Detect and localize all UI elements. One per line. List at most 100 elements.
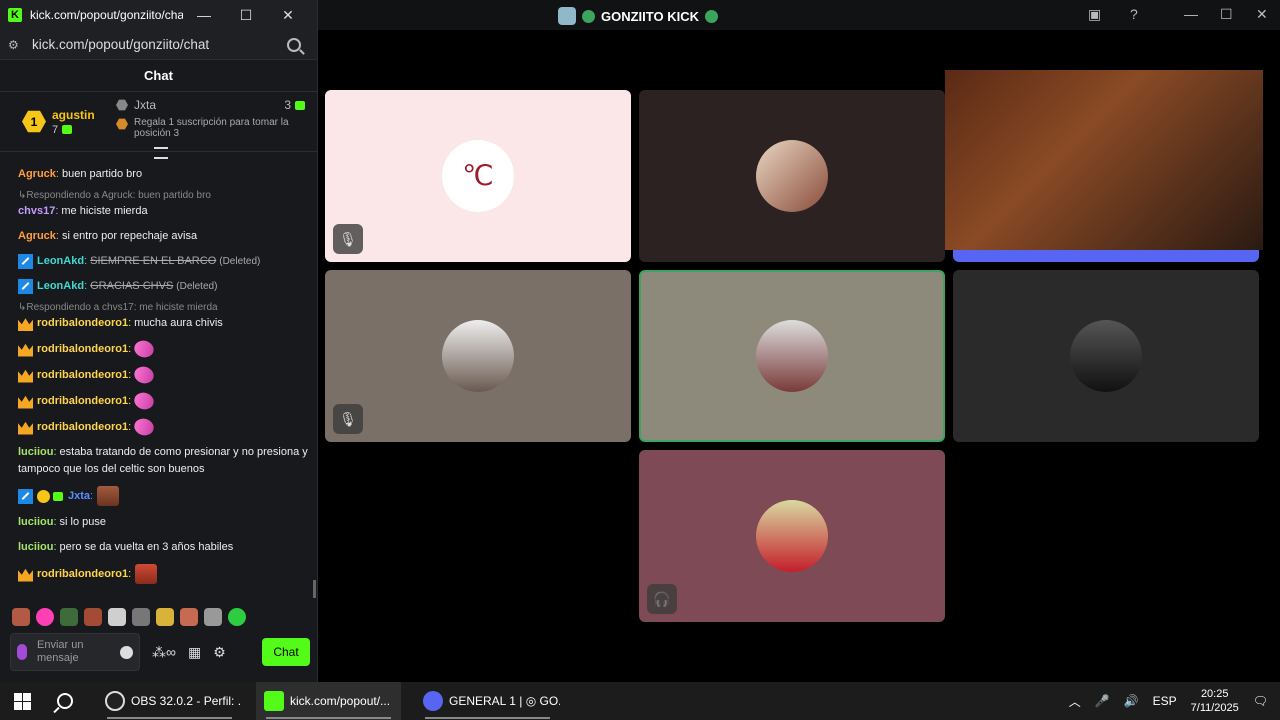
reply-context: ↳ Respondiendo a Agruck: buen partido br… (18, 190, 211, 201)
deafened-icon: 🎧 (647, 584, 677, 614)
chat-message[interactable]: Jxta: (18, 486, 310, 506)
chat-username[interactable]: luciiou (18, 514, 53, 531)
chat-username[interactable]: rodribalondeoro1 (37, 315, 128, 332)
chat-input-placeholder[interactable]: Enviar un mensaje (37, 639, 99, 665)
store-icon[interactable]: ▦ (188, 644, 201, 661)
second-gifter-count: 3 (284, 98, 291, 112)
emote-icon[interactable] (132, 608, 150, 626)
chat-message[interactable]: luciiou: estaba tratando de como presiona… (18, 444, 310, 478)
emote-icon[interactable] (36, 608, 54, 626)
language-indicator[interactable]: ESP (1153, 694, 1177, 708)
emote-icon[interactable] (180, 608, 198, 626)
chat-username[interactable]: rodribalondeoro1 (37, 419, 128, 436)
emote-icon[interactable] (108, 608, 126, 626)
kick-logo-icon: K (8, 8, 22, 22)
chat-username[interactable]: luciiou (18, 446, 53, 458)
chat-message[interactable]: Agruck: si entro por repechaje avisa (18, 228, 310, 245)
chat-send-button[interactable]: Chat (262, 638, 310, 666)
minimize-button[interactable]: — (183, 7, 225, 23)
chat-message[interactable]: rodribalondeoro1: (18, 564, 310, 584)
volume-icon[interactable]: 🔊 (1124, 694, 1139, 708)
top-gifter-name[interactable]: agustin (52, 108, 95, 122)
expand-pinned-icon[interactable] (154, 147, 168, 159)
url-bar[interactable]: ⚙ kick.com/popout/gonziito/chat (0, 30, 317, 60)
chat-username[interactable]: chvs17 (18, 203, 55, 220)
search-icon[interactable] (287, 37, 301, 52)
clock-date: 7/11/2025 (1190, 702, 1239, 714)
chat-message[interactable]: rodribalondeoro1: (18, 388, 310, 414)
live-indicator-icon (582, 9, 595, 23)
taskbar-item-discord[interactable]: GENERAL 1 | ◎ GO... (415, 682, 560, 720)
participant-tile[interactable]: 🎧 (639, 450, 945, 622)
windows-start-icon[interactable] (14, 692, 31, 710)
chat-scrollbar[interactable] (313, 580, 316, 598)
emote-icon (135, 564, 158, 584)
chevron-up-icon[interactable]: ︿ (1069, 693, 1081, 710)
deleted-tag: (Deleted) (219, 256, 261, 267)
maximize-button[interactable]: ☐ (1220, 6, 1233, 23)
emote-icon[interactable] (156, 608, 174, 626)
gift-icon (295, 100, 305, 110)
emote-icon[interactable] (228, 608, 246, 626)
infinity-icon[interactable]: ⁂∞ (152, 644, 176, 661)
emote-icon[interactable] (12, 608, 30, 626)
chat-message[interactable]: rodribalondeoro1: (18, 414, 310, 440)
participant-tile[interactable]: 🎙 (325, 270, 631, 442)
participant-tile[interactable] (953, 270, 1259, 442)
chat-message[interactable]: Agruck: buen partido bro (18, 166, 310, 183)
chat-message[interactable]: rodribalondeoro1: (18, 336, 310, 362)
participant-tile[interactable]: ℃ 🎙 (325, 90, 631, 262)
gift-icon (53, 491, 63, 501)
avatar (756, 140, 828, 212)
chat-username[interactable]: Agruck (18, 166, 56, 183)
reply-text: Respondiendo a Agruck: buen partido bro (26, 190, 211, 201)
chat-message[interactable]: luciiou: pero se da vuelta en 3 años habi… (18, 539, 310, 556)
chat-username[interactable]: rodribalondeoro1 (37, 393, 128, 410)
chat-username[interactable]: luciiou (18, 539, 53, 556)
chat-message[interactable]: luciiou: si lo puse (18, 514, 310, 531)
emoji-icon[interactable] (120, 645, 133, 659)
muted-icon: 🎙 (333, 404, 363, 434)
participant-tile-speaking[interactable] (639, 270, 945, 442)
participant-tile[interactable] (639, 90, 945, 262)
quick-emote-bar (12, 608, 246, 626)
help-icon[interactable]: ? (1130, 6, 1138, 22)
chat-username[interactable]: rodribalondeoro1 (37, 566, 128, 583)
second-gifter-name[interactable]: Jxta (134, 98, 284, 112)
chat-username[interactable]: Agruck (18, 228, 56, 245)
taskbar-item-kick[interactable]: kick.com/popout/... (256, 682, 401, 720)
chat-message[interactable]: LeonAkd: GRACIAS CHVS (Deleted) (18, 278, 310, 295)
chat-username[interactable]: LeonAkd (37, 278, 84, 295)
emote-icon[interactable] (84, 608, 102, 626)
emote-icon[interactable] (204, 608, 222, 626)
maximize-button[interactable]: ☐ (225, 7, 267, 24)
chat-message[interactable]: chvs17: me hiciste mierda (18, 203, 310, 220)
clock[interactable]: 20:25 7/11/2025 (1191, 687, 1239, 715)
chat-username[interactable]: rodribalondeoro1 (37, 367, 128, 384)
chat-username[interactable]: Jxta (68, 488, 90, 505)
stream-video-tile[interactable] (945, 70, 1263, 250)
microphone-icon[interactable] (17, 644, 27, 660)
chat-input[interactable]: Enviar un mensaje (10, 633, 140, 671)
crown-badge-icon (18, 343, 33, 357)
close-button[interactable]: ✕ (1256, 6, 1268, 23)
chat-username[interactable]: rodribalondeoro1 (37, 341, 128, 358)
settings-icon[interactable]: ⚙ (213, 644, 226, 661)
gift-leaderboard[interactable]: 1 agustin 7 Jxta 3 Regala 1 suscripción … (0, 92, 317, 159)
emote-icon[interactable] (60, 608, 78, 626)
site-settings-icon[interactable]: ⚙ (8, 38, 32, 52)
inbox-icon[interactable]: ▣ (1088, 6, 1101, 23)
url-text[interactable]: kick.com/popout/gonziito/chat (32, 37, 287, 52)
chat-titlebar: K kick.com/popout/gonziito/cha... — ☐ ✕ (0, 0, 317, 30)
top-gifter-count: 7 (52, 123, 59, 136)
microphone-icon[interactable]: 🎤 (1095, 694, 1110, 708)
chat-message[interactable]: rodribalondeoro1: mucha aura chivis (18, 315, 310, 332)
search-icon[interactable] (57, 693, 73, 709)
chat-username[interactable]: LeonAkd (37, 253, 84, 270)
chat-message[interactable]: rodribalondeoro1: (18, 362, 310, 388)
chat-message[interactable]: LeonAkd: SIEMPRE EN EL BARCO (Deleted) (18, 253, 310, 270)
minimize-button[interactable]: — (1184, 6, 1198, 22)
notifications-icon[interactable]: 🗨 (1253, 694, 1268, 708)
taskbar-item-obs[interactable]: OBS 32.0.2 - Perfil: ... (97, 682, 242, 720)
close-button[interactable]: ✕ (267, 7, 309, 24)
